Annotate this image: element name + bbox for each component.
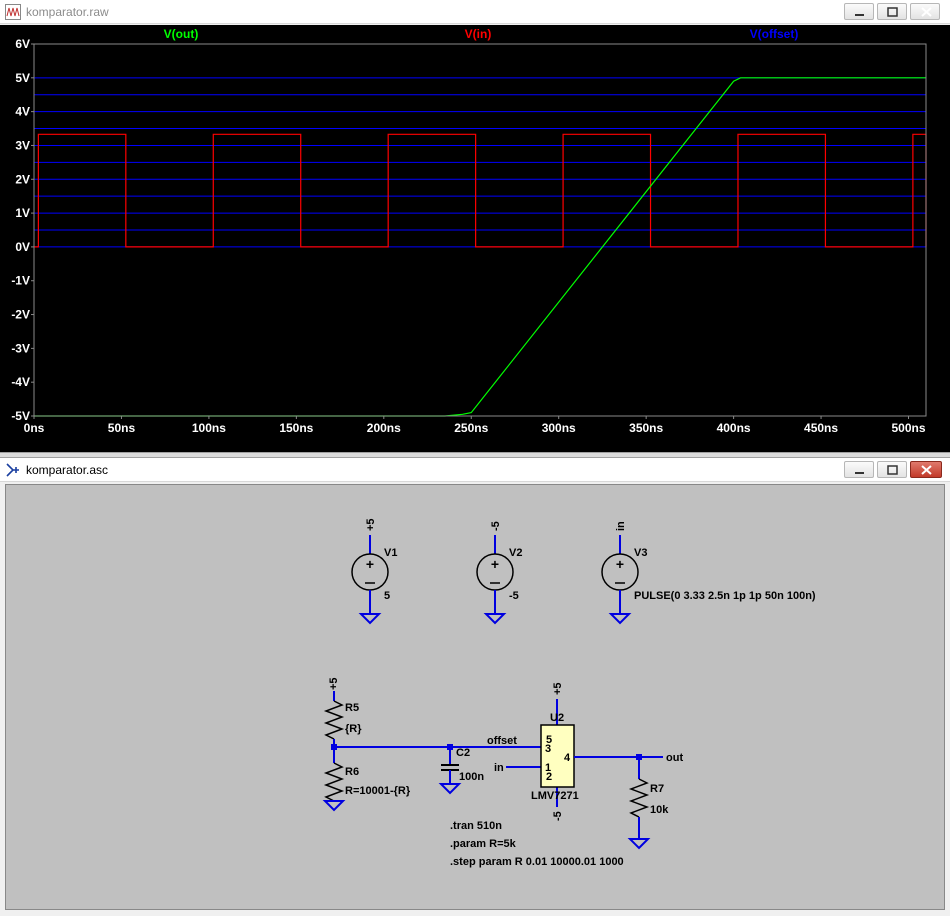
r6-name: R6 <box>345 766 359 778</box>
resistor-r6[interactable]: R6 R=10001-{R} <box>322 747 411 812</box>
x-tick-label: 100ns <box>192 421 226 435</box>
voltage-source-v1[interactable]: + V1 5 +5 <box>351 518 397 625</box>
x-tick-label: 0ns <box>24 421 45 435</box>
comparator-u2[interactable]: +5 -5 U2 5 3 4 1 2 LMV7271 <box>531 682 579 821</box>
u2-vplus-net: +5 <box>552 682 564 695</box>
close-icon <box>921 465 932 475</box>
y-tick-label: 2V <box>15 172 30 186</box>
y-tick-label: -3V <box>11 341 30 355</box>
v1-value: 5 <box>384 590 390 602</box>
restore-button[interactable] <box>877 461 907 478</box>
u2-part: LMV7271 <box>531 790 579 802</box>
minimize-icon <box>855 472 864 474</box>
directive-step[interactable]: .step param R 0.01 10000.01 1000 <box>450 856 624 868</box>
ground-icon <box>483 613 507 625</box>
resistor-r5[interactable]: R5 {R} +5 <box>323 677 362 747</box>
x-tick-label: 400ns <box>717 421 751 435</box>
minimize-icon <box>855 14 864 16</box>
minimize-button[interactable] <box>844 461 874 478</box>
in-net-label: in <box>494 762 504 774</box>
close-icon <box>921 7 932 17</box>
v2-value: -5 <box>509 590 519 602</box>
y-tick-label: 4V <box>15 105 30 119</box>
v2-net-label: -5 <box>490 521 502 531</box>
x-tick-label: 300ns <box>542 421 576 435</box>
schematic-icon <box>6 463 19 477</box>
y-tick-label: 0V <box>15 240 30 254</box>
offset-net-label: offset <box>487 735 517 747</box>
close-button[interactable] <box>910 461 942 478</box>
v3-name: V3 <box>634 547 647 559</box>
plus-sign: + <box>616 556 624 572</box>
x-tick-label: 450ns <box>804 421 838 435</box>
c2-name: C2 <box>456 747 470 759</box>
r7-value: 10k <box>650 804 669 816</box>
v2-name: V2 <box>509 547 522 559</box>
y-tick-label: 3V <box>15 138 30 152</box>
schematic-titlebar[interactable]: komparator.asc <box>0 458 950 482</box>
voltage-source-v3[interactable]: + V3 PULSE(0 3.33 2.5n 1p 1p 50n 100n) i… <box>601 521 816 625</box>
plot-titlebar[interactable]: komparator.raw <box>0 0 950 24</box>
x-tick-label: 350ns <box>629 421 663 435</box>
v1-name: V1 <box>384 547 397 559</box>
x-tick-label: 150ns <box>279 421 313 435</box>
x-tick-label: 250ns <box>454 421 488 435</box>
r5-net-label: +5 <box>328 677 340 690</box>
u2-name: U2 <box>550 712 564 724</box>
u2-vminus-net: -5 <box>552 811 564 821</box>
r5-value: {R} <box>345 723 362 735</box>
schematic-canvas[interactable]: + V1 5 +5 + V2 -5 -5 + V3 PULSE(0 3.33 2… <box>5 484 945 910</box>
y-tick-label: -2V <box>11 308 30 322</box>
c2-value: 100n <box>459 771 484 783</box>
schematic-window-title: komparator.asc <box>26 463 109 477</box>
waveform-viewer-icon <box>5 4 21 20</box>
v1-net-label: +5 <box>365 518 377 531</box>
x-tick-label: 50ns <box>108 421 136 435</box>
capacitor-c2[interactable]: C2 100n <box>438 747 484 795</box>
schematic-window: komparator.asc + V1 5 +5 + V2 -5 -5 + V3… <box>0 458 950 915</box>
y-tick-label: -1V <box>11 274 30 288</box>
waveform-chart[interactable]: 6V5V4V3V2V1V0V-1V-2V-3V-4V-5V 0ns 50ns 100… <box>0 25 950 452</box>
close-button[interactable] <box>910 3 940 20</box>
y-tick-label: -4V <box>11 375 30 389</box>
u2-pin2: 2 <box>546 771 552 783</box>
resistor-r7[interactable]: R7 10k <box>627 757 669 850</box>
out-net-label: out <box>666 752 683 764</box>
x-tick-label: 500ns <box>891 421 925 435</box>
u2-pin4: 4 <box>564 752 571 764</box>
ground-icon <box>358 613 382 625</box>
x-tick-label: 200ns <box>367 421 401 435</box>
y-tick-label: 1V <box>15 206 30 220</box>
plot-background <box>0 25 950 452</box>
r6-value: R=10001-{R} <box>345 785 411 797</box>
plot-window: komparator.raw 6V 5V 4V 3V 2V 1V 0V -1V -2V -3V -4… <box>0 0 950 452</box>
v3-value: PULSE(0 3.33 2.5n 1p 1p 50n 100n) <box>634 590 816 602</box>
ground-icon <box>438 783 462 795</box>
restore-icon <box>887 465 898 475</box>
y-tick-label: 5V <box>15 71 30 85</box>
minimize-button[interactable] <box>844 3 874 20</box>
v3-net-label: in <box>615 521 627 531</box>
legend-item[interactable]: V(out) <box>164 27 199 41</box>
voltage-source-v2[interactable]: + V2 -5 -5 <box>476 521 522 625</box>
legend-item[interactable]: V(in) <box>465 27 492 41</box>
y-tick-label: 6V <box>15 37 30 51</box>
r5-name: R5 <box>345 702 359 714</box>
waveform-plot[interactable]: 6V 5V 4V 3V 2V 1V 0V -1V -2V -3V -4V -5V 0ns 50ns 100… <box>0 25 950 452</box>
plus-sign: + <box>366 556 374 572</box>
ground-icon <box>627 838 651 850</box>
plot-window-title: komparator.raw <box>26 5 109 19</box>
directive-param[interactable]: .param R=5k <box>450 838 517 850</box>
schematic-drawing[interactable]: + V1 5 +5 + V2 -5 -5 + V3 PULSE(0 3.33 2… <box>6 485 946 911</box>
restore-button[interactable] <box>877 3 907 20</box>
legend-item[interactable]: V(offset) <box>750 27 799 41</box>
u2-pin3: 3 <box>545 743 551 755</box>
directive-tran[interactable]: .tran 510n <box>450 820 502 832</box>
plus-sign: + <box>491 556 499 572</box>
ground-icon <box>322 800 346 812</box>
restore-icon <box>887 7 898 17</box>
ground-icon <box>608 613 632 625</box>
r7-name: R7 <box>650 783 664 795</box>
